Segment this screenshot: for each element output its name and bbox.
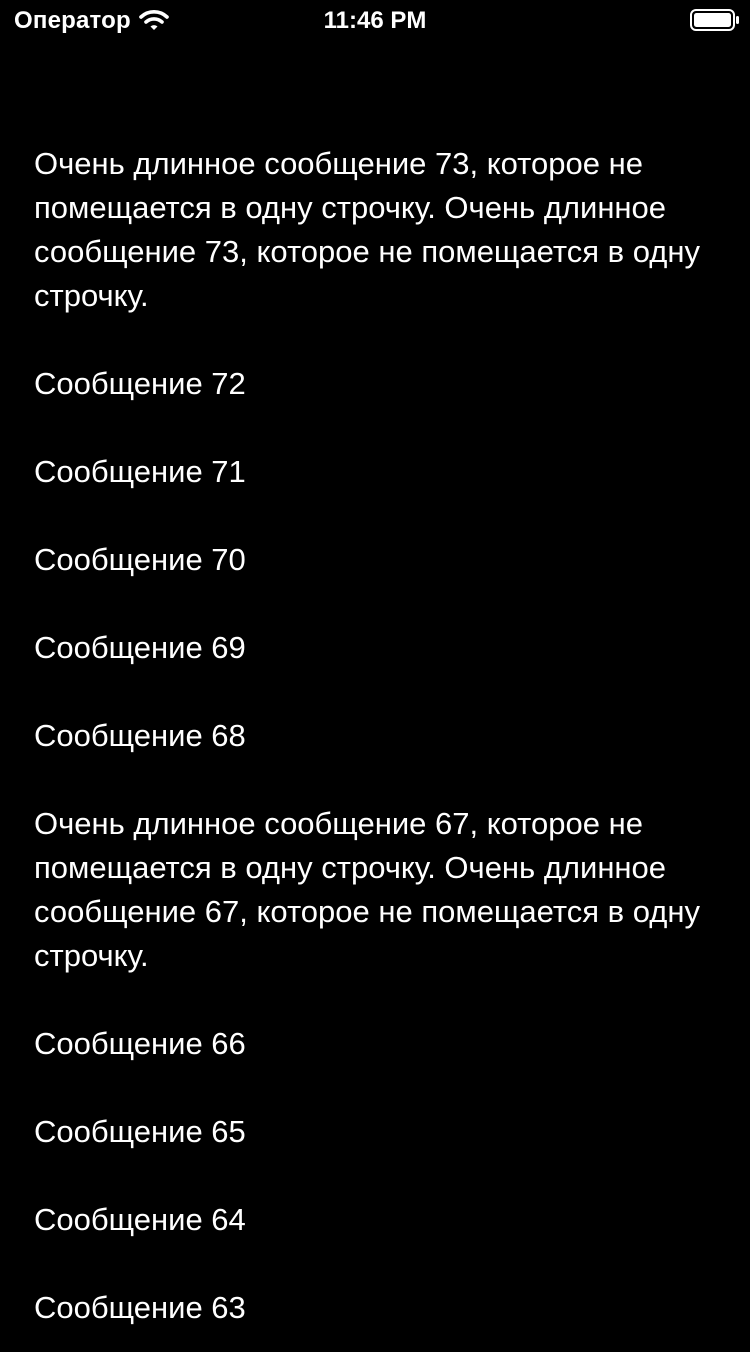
message-item[interactable]: Очень длинное сообщение 67, которое не п…: [0, 780, 750, 1000]
battery-full-icon: [690, 9, 740, 31]
message-item[interactable]: Сообщение 66: [0, 1000, 750, 1088]
message-item[interactable]: Сообщение 65: [0, 1088, 750, 1176]
status-bar: Оператор 11:46 PM: [0, 0, 750, 40]
message-item[interactable]: Сообщение 63: [0, 1264, 750, 1352]
message-item[interactable]: Сообщение 68: [0, 692, 750, 780]
message-item[interactable]: Сообщение 70: [0, 516, 750, 604]
message-item[interactable]: Сообщение 64: [0, 1176, 750, 1264]
message-item[interactable]: Сообщение 69: [0, 604, 750, 692]
clock: 11:46 PM: [323, 7, 427, 34]
message-item[interactable]: Сообщение 71: [0, 428, 750, 516]
message-list[interactable]: Очень длинное сообщение 73, которое не п…: [0, 120, 750, 1352]
message-item[interactable]: Сообщение 72: [0, 340, 750, 428]
message-item[interactable]: Очень длинное сообщение 73, которое не п…: [0, 120, 750, 340]
